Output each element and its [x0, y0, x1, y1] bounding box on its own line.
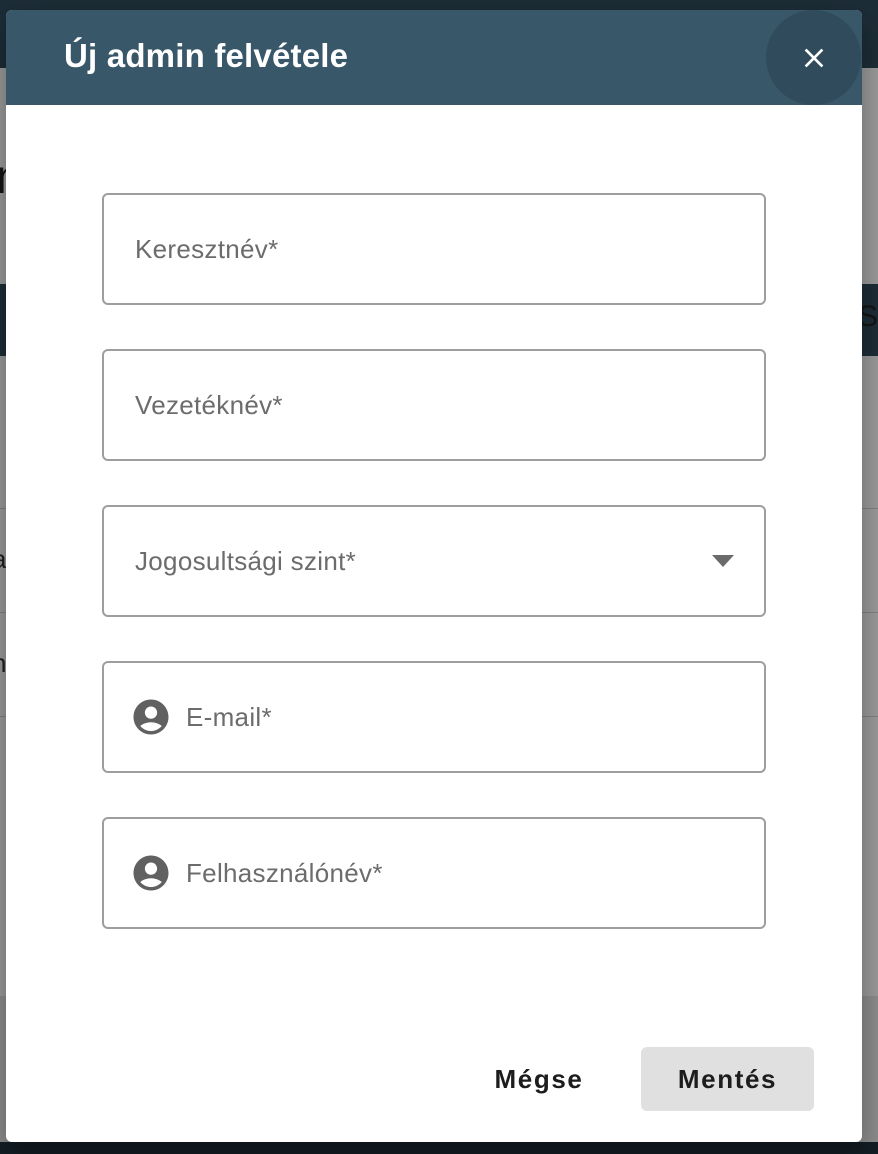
email-field[interactable]: E-mail* [102, 661, 766, 773]
permission-level-select[interactable]: Jogosultsági szint* [102, 505, 766, 617]
dialog-title: Új admin felvétele [64, 37, 349, 74]
permission-level-label: Jogosultsági szint* [135, 545, 357, 576]
close-icon [804, 48, 823, 67]
save-button[interactable]: Mentés [641, 1047, 814, 1111]
close-button[interactable] [766, 10, 861, 105]
last-name-label: Vezetéknév* [135, 389, 283, 420]
account-circle-icon [130, 852, 172, 894]
first-name-field[interactable]: Keresztnév* [102, 193, 766, 305]
username-label: Felhasználónév* [186, 857, 383, 888]
dialog-header: Új admin felvétele [6, 10, 862, 105]
last-name-field[interactable]: Vezetéknév* [102, 349, 766, 461]
add-admin-dialog: Új admin felvétele Keresztnév* Vezetékné… [6, 10, 862, 1142]
cancel-button[interactable]: Mégse [468, 1047, 610, 1111]
dropdown-arrow-icon [712, 555, 734, 567]
account-circle-icon [130, 696, 172, 738]
username-field[interactable]: Felhasználónév* [102, 817, 766, 929]
email-label: E-mail* [186, 701, 272, 732]
first-name-label: Keresztnév* [135, 233, 279, 264]
